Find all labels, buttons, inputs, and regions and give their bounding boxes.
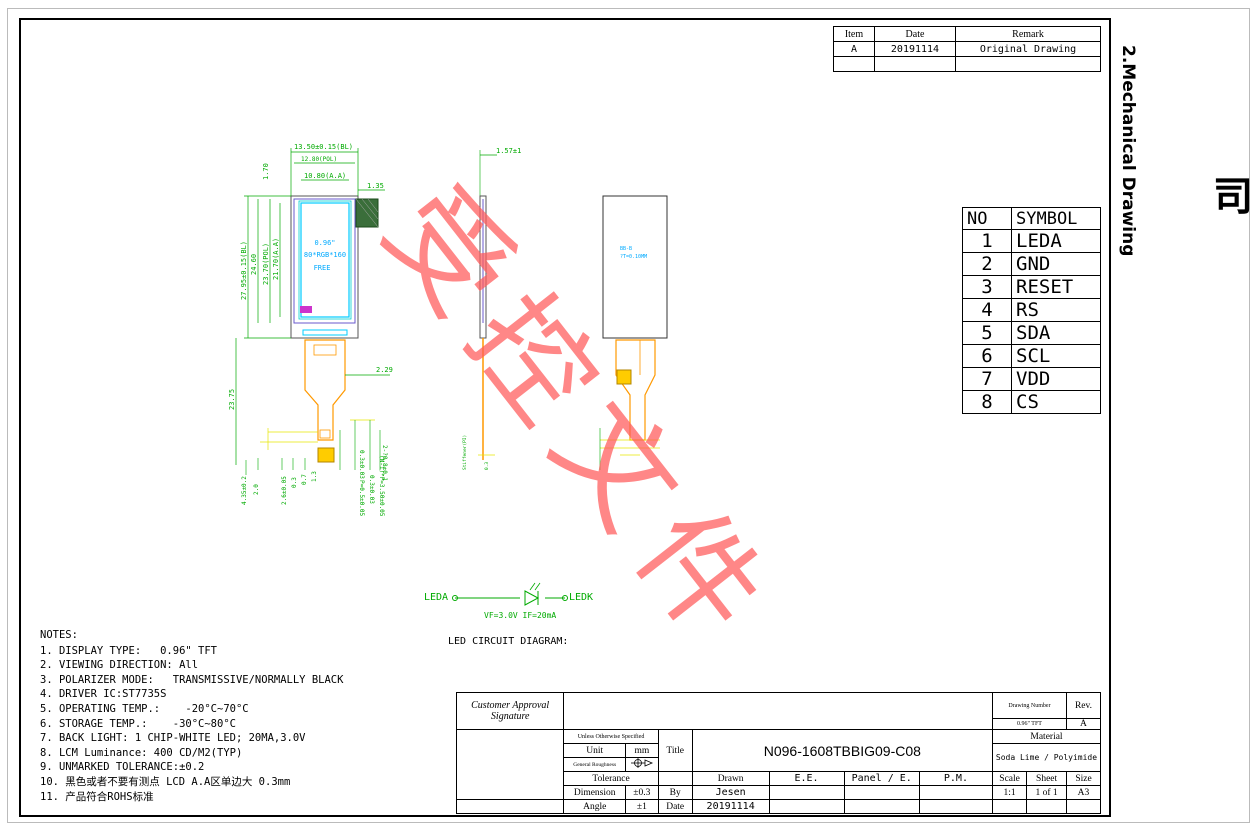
front-active-area (300, 202, 350, 318)
dim-top-1: 13.50±0.15(BL) (294, 143, 353, 151)
side-dim-top: 1.57±1 (496, 147, 521, 155)
drawn-label: Drawn (691, 771, 770, 786)
note-item: 8. LCM Luminance: 400 CD/M2(TYP) (40, 746, 243, 759)
dimension-label: Dimension (563, 785, 627, 800)
notes-block: NOTES: 1. DISPLAY TYPE: 0.96" TFT 2. VIE… (40, 628, 343, 804)
drawing-number-value: 0.96" TFT (991, 718, 1067, 730)
note-item: 11. 产品符合ROHS标准 (40, 790, 154, 803)
led-leda-label: LEDA (424, 592, 449, 603)
scale-value: 1:1 (991, 785, 1028, 800)
title-label: Title (657, 729, 693, 772)
pm-label: P.M. (918, 771, 993, 786)
dim-b2: 2.0 (253, 484, 260, 495)
note-item: 5. OPERATING TEMP.: -20°C~70°C (40, 702, 249, 715)
led-circuit (452, 582, 568, 606)
led-ledk-label: LEDK (569, 592, 594, 603)
dim-b5: 0.3 (291, 477, 298, 488)
led-spec: VF=3.0V IF=20mA (484, 611, 557, 620)
dim-2-29: 2.29 (376, 366, 393, 374)
note-item: 6. STORAGE TEMP.: -30°C~80°C (40, 717, 236, 730)
dim-1-70: 1.70 (262, 163, 270, 180)
led-diode-icon (524, 590, 540, 606)
customer-approval-label: Customer Approval (471, 700, 550, 711)
note-item: 3. POLARIZER MODE: TRANSMISSIVE/NORMALLY… (40, 673, 344, 686)
screen-text-3: FREE (314, 264, 331, 272)
screen-text-2: 80*RGB*160 (304, 251, 346, 259)
back-label-1: BB-B (620, 246, 632, 252)
front-polarizer (293, 198, 356, 324)
angle-label: Angle (563, 799, 627, 814)
note-item: 7. BACK LIGHT: 1 CHIP-WHITE LED; 20MA,3.… (40, 732, 306, 745)
front-fpc-connector (317, 447, 335, 463)
scale-label: Scale (991, 771, 1028, 786)
dim-v3: (N-1)*P=3.50±0.05 (378, 455, 385, 517)
side-pad-label: Stiffener(PI) (462, 435, 468, 470)
sheet-label: Sheet (1026, 771, 1067, 786)
roughness-icon (630, 758, 653, 768)
rev-label: Rev. (1065, 692, 1102, 719)
roughness-symbol (625, 757, 659, 772)
by-value: Jesen (691, 785, 770, 800)
dim-top-2: 12.80(POL) (301, 156, 337, 163)
dim-h4: 21.70(A.A) (272, 238, 280, 280)
dimension-value: ±0.3 (625, 785, 659, 800)
dim-b4: 0.7 (301, 474, 308, 485)
dim-b1: 4.35±0.2 (241, 476, 248, 505)
date-value: 20191114 (691, 799, 770, 814)
dim-v5: P=0.5±0.05 (358, 480, 365, 517)
dim-b6: 1.3 (311, 471, 318, 482)
dim-h1: 27.95±0.15(BL) (240, 241, 248, 300)
front-inner-frame (298, 200, 352, 320)
size-value: A3 (1065, 785, 1102, 800)
dim-h3: 23.70(POL) (262, 243, 270, 285)
front-view: 0.96" 80*RGB*160 FREE 13.50±0.15(BL) 12.… (228, 143, 393, 517)
title-value: N096-1608TBBIG09-C08 (691, 729, 993, 772)
note-item: 10. 黑色或者不要有测点 LCD A.A区单边大 0.3mm (40, 775, 291, 788)
side-bottom-label: 0.3 (484, 462, 490, 470)
front-marker (300, 306, 312, 313)
dim-v4: 0.3±0.03 (368, 475, 375, 504)
back-label-2: ?T=0.10MM (620, 254, 647, 260)
notes-title: NOTES: (40, 629, 78, 641)
panel-label: Panel / E. (843, 771, 920, 786)
by-label: By (657, 785, 693, 800)
tolerance-label: Tolerance (563, 771, 659, 786)
back-module-outline (602, 195, 668, 339)
led-caption: LED CIRCUIT DIAGRAM: (448, 636, 569, 647)
dim-23-75: 23.75 (228, 389, 236, 410)
note-item: 4. DRIVER IC:ST7735S (40, 688, 167, 701)
size-label: Size (1065, 771, 1102, 786)
material-value: Soda Lime / Polyimide (991, 743, 1102, 772)
dim-v2: 0.3±0.03 (358, 450, 365, 479)
unit-value: mm (625, 743, 659, 758)
dim-top-3: 10.80(A.A) (304, 172, 346, 180)
unless-label: Unless Otherwise Specified (563, 729, 659, 744)
title-block: Customer Approval Signature Drawing Numb… (455, 692, 1102, 814)
date-label: Date (657, 799, 693, 814)
material-label: Material (991, 729, 1102, 744)
unit-label: Unit (563, 743, 627, 758)
sheet-value: 1 of 1 (1026, 785, 1067, 800)
rev-value: A (1065, 718, 1102, 730)
note-item: 9. UNMARKED TOLERANCE:±0.2 (40, 761, 205, 774)
dim-h2: 24.60 (250, 254, 258, 275)
signature-label: Signature (490, 711, 530, 722)
dim-1-35: 1.35 (367, 182, 384, 190)
drawing-sheet: 2.Mechanical Drawing 深圳市金马鼎电子有限公司 Item D… (0, 0, 1259, 825)
note-item: 2. VIEWING DIRECTION: All (40, 659, 199, 672)
customer-approval-cell: Customer Approval Signature (455, 692, 565, 730)
angle-value: ±1 (625, 799, 659, 814)
note-item: 1. DISPLAY TYPE: 0.96" TFT (40, 644, 218, 657)
ee-label: E.E. (768, 771, 845, 786)
drawing-number-label: Drawing Number (991, 692, 1067, 719)
screen-text-1: 0.96" (314, 239, 335, 247)
dim-b3: 2.6±0.05 (281, 476, 288, 505)
roughness-label: General Roughness (563, 757, 627, 772)
